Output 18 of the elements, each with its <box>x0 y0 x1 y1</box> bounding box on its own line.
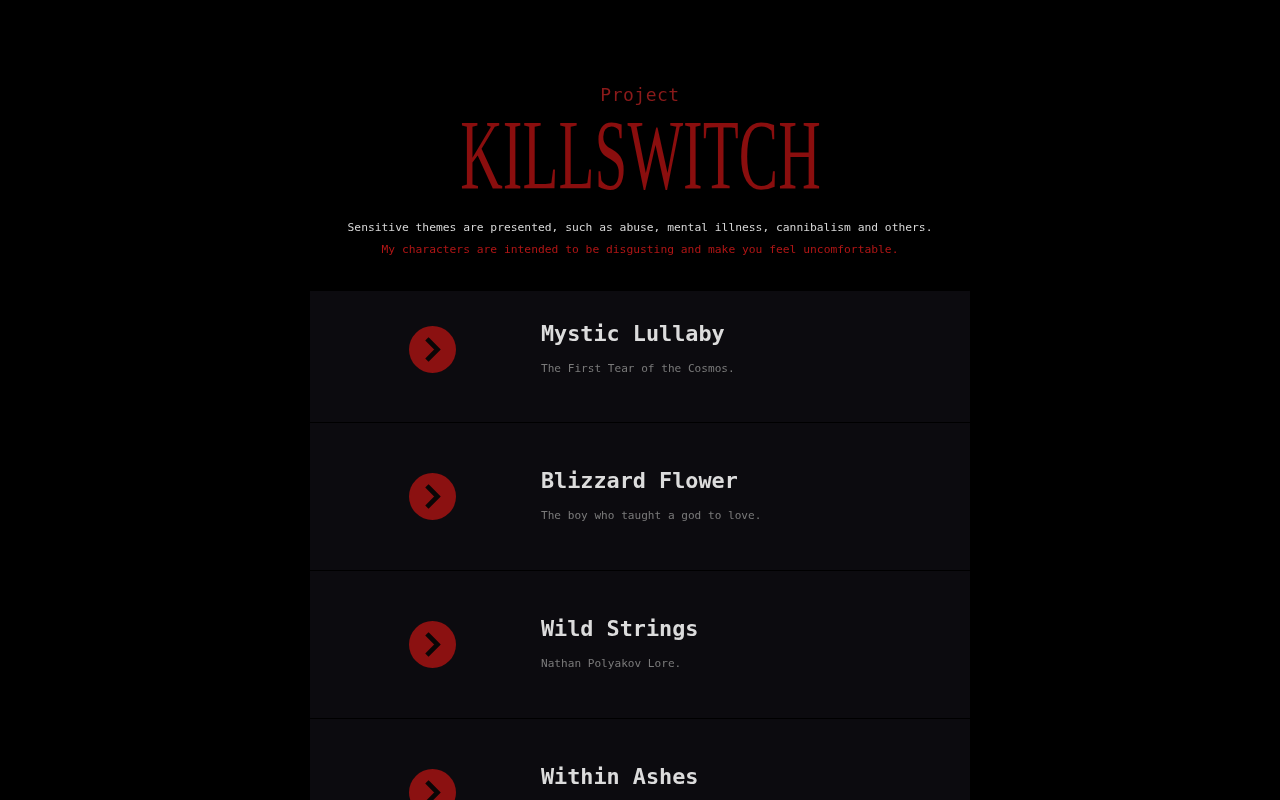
story-title: Within Ashes <box>541 763 699 791</box>
story-card[interactable]: Blizzard Flower The boy who taught a god to love. <box>310 423 970 571</box>
chevron-circle-icon[interactable] <box>409 326 456 373</box>
story-subtitle: The First Tear of the Cosmos. <box>541 361 735 377</box>
story-card[interactable]: Mystic Lullaby The First Tear of the Cosmos. <box>310 291 970 423</box>
project-kicker: Project <box>600 84 680 106</box>
chevron-circle-icon[interactable] <box>409 621 456 668</box>
chevron-circle-icon[interactable] <box>409 473 456 520</box>
story-card[interactable]: Wild Strings Nathan Polyakov Lore. <box>310 571 970 719</box>
story-title: Blizzard Flower <box>541 467 738 495</box>
story-subtitle: The boy who taught a god to love. <box>541 508 762 524</box>
content-notice: Sensitive themes are presented, such as abuse, mental illness, cannibalism and others. <box>347 220 933 236</box>
story-subtitle: Nathan Polyakov Lore. <box>541 656 682 672</box>
site-logo-title: KILLSWITCH <box>459 112 821 198</box>
content-warning: My characters are intended to be disgusting and make you feel uncomfortable. <box>381 242 899 258</box>
story-title: Wild Strings <box>541 615 699 643</box>
story-card[interactable]: Within Ashes <box>310 719 970 800</box>
story-title: Mystic Lullaby <box>541 320 725 348</box>
